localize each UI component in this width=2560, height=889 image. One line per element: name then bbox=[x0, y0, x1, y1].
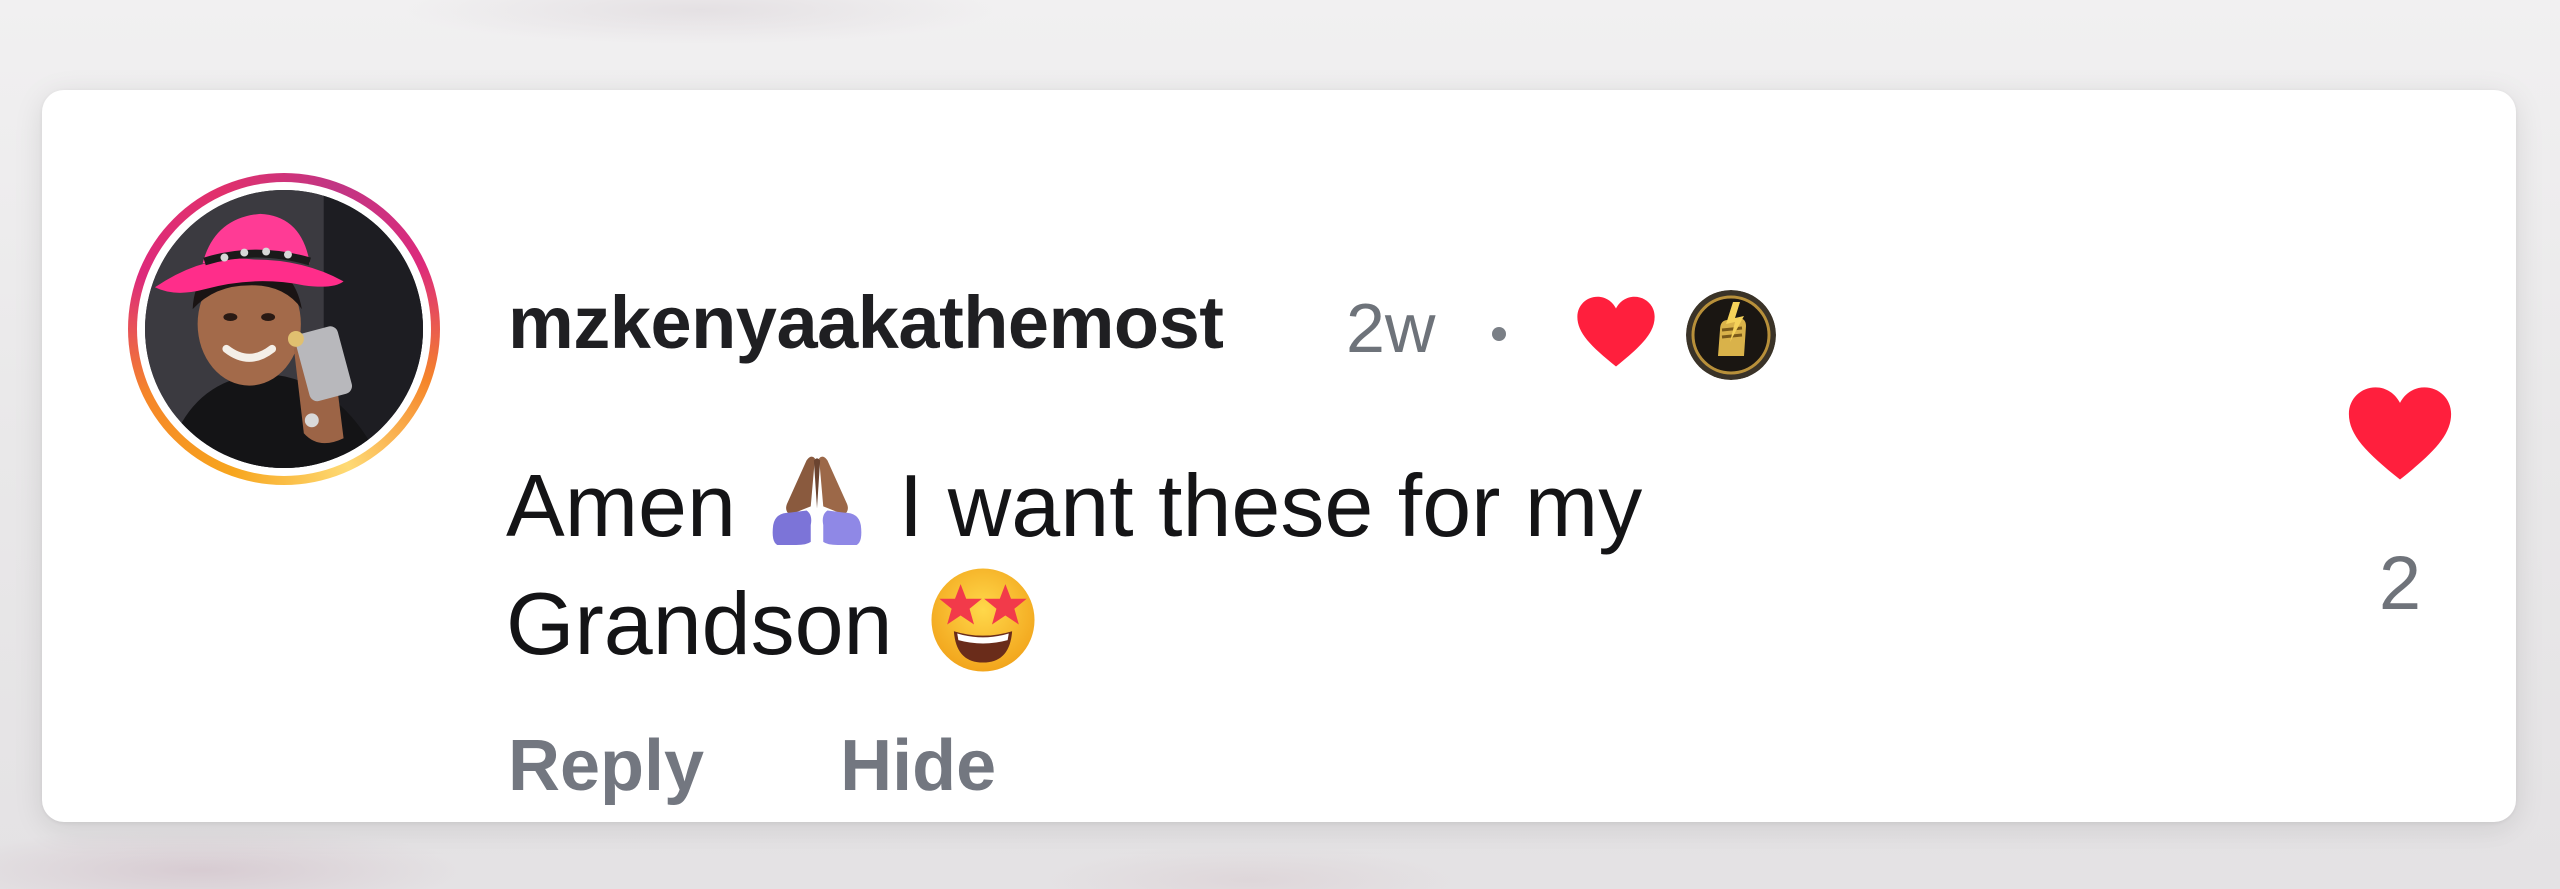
like-heart-icon[interactable] bbox=[2344, 384, 2456, 484]
folded-hands-emoji bbox=[772, 456, 862, 545]
comment-text-line2: Grandson bbox=[506, 574, 893, 673]
like-count[interactable]: 2 bbox=[2342, 546, 2458, 622]
star-struck-emoji bbox=[931, 568, 1035, 672]
comment-timestamp: 2w bbox=[1346, 289, 1436, 367]
comment-card: mzkenyaakathemost 2w Amen I want these f… bbox=[42, 90, 2516, 822]
comment-text-line1-end: I want these for my bbox=[898, 456, 1643, 555]
avatar-image bbox=[145, 190, 423, 468]
reply-button[interactable]: Reply bbox=[508, 730, 704, 802]
separator-dot bbox=[1492, 327, 1506, 341]
story-ring[interactable] bbox=[128, 173, 440, 485]
user-avatar[interactable] bbox=[145, 190, 423, 468]
hide-button[interactable]: Hide bbox=[840, 730, 996, 802]
comment-text-line1-start: Amen bbox=[506, 456, 736, 555]
comment-text: Amen I want these for my Grandson bbox=[506, 448, 1806, 682]
creator-liked-heart-icon bbox=[1577, 296, 1655, 367]
comment-username[interactable]: mzkenyaakathemost bbox=[508, 286, 1224, 360]
comment-actions: Reply Hide bbox=[508, 730, 996, 802]
creator-avatar-icon bbox=[1686, 290, 1776, 380]
